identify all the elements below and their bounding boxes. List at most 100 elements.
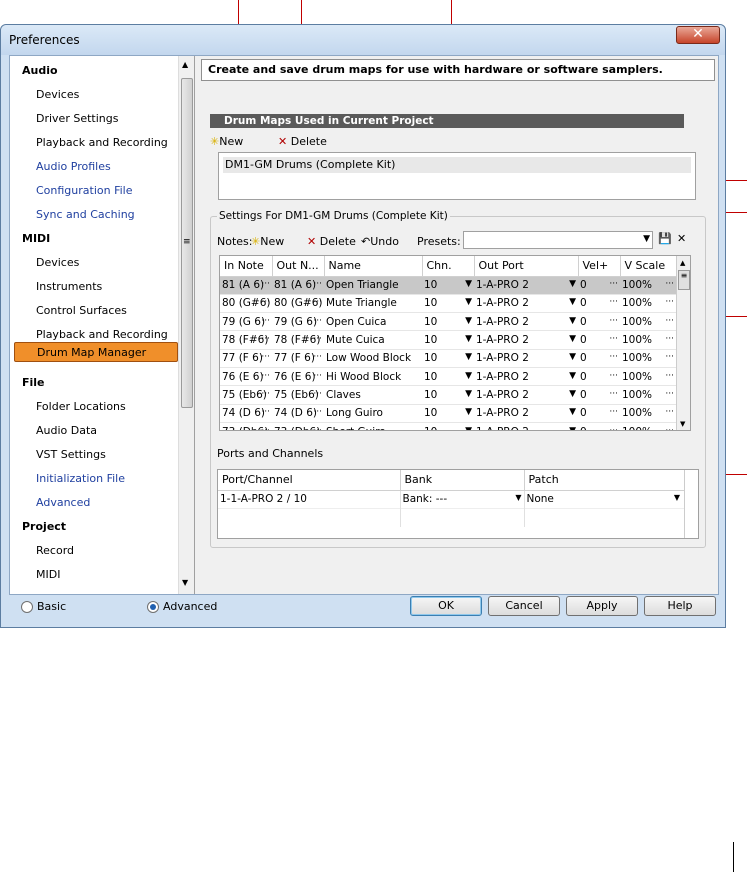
new-note-button[interactable]: ✳New	[251, 235, 284, 248]
sidebar-item-control-surfaces[interactable]: Control Surfaces	[36, 304, 127, 317]
col-header-5[interactable]: Vel+	[578, 256, 621, 277]
grid-cell[interactable]: 100% ···	[620, 276, 676, 295]
sidebar-item-playback-and-recording[interactable]: Playback and Recording	[36, 328, 168, 341]
table-row[interactable]: 77 (F 6) ··· 77 (F 6) ··· Low Wood Block 10 ▼ 1…	[220, 349, 676, 368]
grid-cell[interactable]: Short Guiro	[324, 422, 422, 430]
sidebar-item-advanced[interactable]: Advanced	[36, 496, 90, 509]
help-button[interactable]: Help	[644, 596, 716, 616]
grid-scroll-thumb[interactable]: ≡	[678, 270, 690, 290]
grid-cell[interactable]: 100% ···	[620, 404, 676, 423]
grid-cell[interactable]: 0 ···	[578, 385, 620, 405]
table-row[interactable]: 75 (Eb6) ··· 75 (Eb6) ··· Claves 10 ▼ 1-A-PRO 2…	[220, 385, 676, 405]
grid-cell[interactable]: 0 ···	[578, 422, 620, 430]
delete-preset-icon[interactable]: ✕	[677, 232, 686, 245]
drum-map-list[interactable]: DM1-GM Drums (Complete Kit)	[218, 152, 696, 200]
grid-cell[interactable]: 1-A-PRO 2 ▼	[474, 349, 578, 368]
grid-cell[interactable]: 79 (G 6) ···	[272, 312, 324, 332]
undo-button[interactable]: ↶Undo	[361, 235, 399, 248]
grid-cell[interactable]: 100% ···	[620, 422, 676, 430]
grid-cell[interactable]: 74 (D 6) ···	[220, 404, 272, 423]
grid-cell[interactable]: 10 ▼	[422, 385, 474, 405]
sidebar-item-file[interactable]: File	[22, 376, 45, 389]
port-row[interactable]: 1-1-A-PRO 2 / 10 Bank: --- ▼ None ▼	[218, 490, 684, 509]
grid-cell[interactable]: 100% ···	[620, 367, 676, 387]
new-map-button[interactable]: ✳New	[210, 135, 243, 148]
grid-cell[interactable]: Long Guiro	[324, 404, 422, 423]
grid-cell[interactable]: 78 (F#6) ···	[220, 330, 272, 350]
table-row[interactable]: 73 (Db6)···73 (Db6)···Short Guiro10▼1-A-…	[220, 422, 676, 430]
grid-cell[interactable]: 1-A-PRO 2 ▼	[474, 276, 578, 295]
apply-button[interactable]: Apply	[566, 596, 638, 616]
drum-map-item[interactable]: DM1-GM Drums (Complete Kit)	[223, 157, 691, 173]
grid-cell[interactable]: 81 (A 6) ···	[220, 276, 272, 295]
grid-cell[interactable]: 100% ···	[620, 294, 676, 314]
grid-cell[interactable]: 79 (G 6) ···	[220, 312, 272, 332]
sidebar-item-driver-settings[interactable]: Driver Settings	[36, 112, 118, 125]
sidebar-item-midi[interactable]: MIDI	[22, 232, 50, 245]
scroll-down-icon[interactable]: ▼	[182, 578, 188, 587]
grid-cell[interactable]: Mute Cuica	[324, 330, 422, 350]
grid-cell[interactable]: Mute Triangle	[324, 294, 422, 314]
close-button[interactable]: ✕	[676, 26, 720, 44]
grid-cell[interactable]: Open Cuica	[324, 312, 422, 332]
grid-cell[interactable]: 100% ···	[620, 349, 676, 368]
grid-scrollbar[interactable]: ▲ ≡ ▼	[676, 256, 690, 430]
sidebar-item-playback-and-recording[interactable]: Playback and Recording	[36, 136, 168, 149]
table-row[interactable]: 74 (D 6) ··· 74 (D 6) ··· Long Guiro 10 ▼ 1-A-P…	[220, 404, 676, 423]
grid-cell[interactable]: 100% ···	[620, 385, 676, 405]
bank-cell[interactable]: Bank: --- ▼	[400, 490, 525, 509]
ok-button[interactable]: OK	[410, 596, 482, 616]
table-row[interactable]: 81 (A 6) ··· 81 (A 6) ··· Open Triangle 10 ▼ 1-…	[220, 276, 676, 295]
grid-cell[interactable]: 1-A-PRO 2 ▼	[474, 330, 578, 350]
sidebar-item-devices[interactable]: Devices	[36, 88, 79, 101]
presets-dropdown[interactable]: ▼	[463, 231, 653, 249]
grid-cell[interactable]: 0 ···	[578, 367, 620, 387]
grid-cell[interactable]: 10 ▼	[422, 312, 474, 332]
grid-cell[interactable]: 1-A-PRO 2 ▼	[474, 294, 578, 314]
grid-cell[interactable]: 0 ···	[578, 330, 620, 350]
delete-map-button[interactable]: ✕ Delete	[278, 135, 327, 148]
table-row[interactable]: 80 (G#6) ··· 80 (G#6) ··· Mute Triangle 10 ▼ 1-…	[220, 294, 676, 314]
grid-cell[interactable]: 1-A-PRO 2 ▼	[474, 385, 578, 405]
grid-scroll-up-icon[interactable]: ▲	[680, 259, 685, 267]
grid-cell[interactable]: Open Triangle	[324, 276, 422, 295]
grid-cell[interactable]: 0 ···	[578, 349, 620, 368]
sidebar-item-sync-and-caching[interactable]: Sync and Caching	[36, 208, 135, 221]
note-grid[interactable]: In Note Out N... Name Chn. Out Port Vel+ V Sca…	[219, 255, 691, 431]
table-row[interactable]: 78 (F#6) ··· 78 (F#6) ··· Mute Cuica 10 ▼ 1-A-P…	[220, 330, 676, 350]
ports-grid[interactable]: Port/Channel Bank Patch 1-1-A-PRO 2 / 10 B…	[217, 469, 699, 539]
sidebar-item-folder-locations[interactable]: Folder Locations	[36, 400, 126, 413]
grid-cell[interactable]: 74 (D 6) ···	[272, 404, 324, 423]
grid-cell[interactable]: 76 (E 6) ···	[220, 367, 272, 387]
tree-scrollbar[interactable]: ▲ ≡ ▼	[178, 56, 194, 594]
table-row[interactable]: 79 (G 6) ··· 79 (G 6) ··· Open Cuica 10 ▼ 1-A-P…	[220, 312, 676, 332]
grid-cell[interactable]: Claves	[324, 385, 422, 405]
grid-cell[interactable]: 10 ▼	[422, 404, 474, 423]
tree-scroll-thumb[interactable]: ≡	[181, 78, 193, 408]
grid-cell[interactable]: 100% ···	[620, 330, 676, 350]
sidebar-item-vst-settings[interactable]: VST Settings	[36, 448, 106, 461]
col-header-6[interactable]: V Scale	[620, 256, 677, 277]
table-row[interactable]: 76 (E 6) ··· 76 (E 6) ··· Hi Wood Block 10 ▼ 1-…	[220, 367, 676, 387]
grid-cell[interactable]: 77 (F 6) ···	[272, 349, 324, 368]
sidebar-item-drum-map-manager[interactable]: Drum Map Manager	[14, 342, 178, 362]
grid-cell[interactable]: 80 (G#6) ···	[220, 294, 272, 314]
col-header-4[interactable]: Out Port	[474, 256, 579, 277]
basic-radio-label[interactable]: Basic	[37, 600, 66, 613]
sidebar-item-audio[interactable]: Audio	[22, 64, 58, 77]
grid-cell[interactable]: 73 (Db6)···	[220, 422, 272, 430]
col-header-2[interactable]: Name	[324, 256, 423, 277]
sidebar-item-project[interactable]: Project	[22, 520, 66, 533]
sidebar-item-record[interactable]: Record	[36, 544, 74, 557]
save-preset-icon[interactable]: 💾	[658, 232, 672, 245]
sidebar-item-initialization-file[interactable]: Initialization File	[36, 472, 125, 485]
delete-note-button[interactable]: ✕ Delete	[307, 235, 356, 248]
port-col-header-2[interactable]: Patch	[524, 470, 685, 491]
sidebar-item-configuration-file[interactable]: Configuration File	[36, 184, 133, 197]
grid-cell[interactable]: 0 ···	[578, 404, 620, 423]
grid-cell[interactable]: 10 ▼	[422, 422, 474, 430]
basic-radio[interactable]	[21, 601, 33, 613]
grid-cell[interactable]: 77 (F 6) ···	[220, 349, 272, 368]
sidebar-item-devices[interactable]: Devices	[36, 256, 79, 269]
grid-cell[interactable]: 0 ···	[578, 276, 620, 295]
